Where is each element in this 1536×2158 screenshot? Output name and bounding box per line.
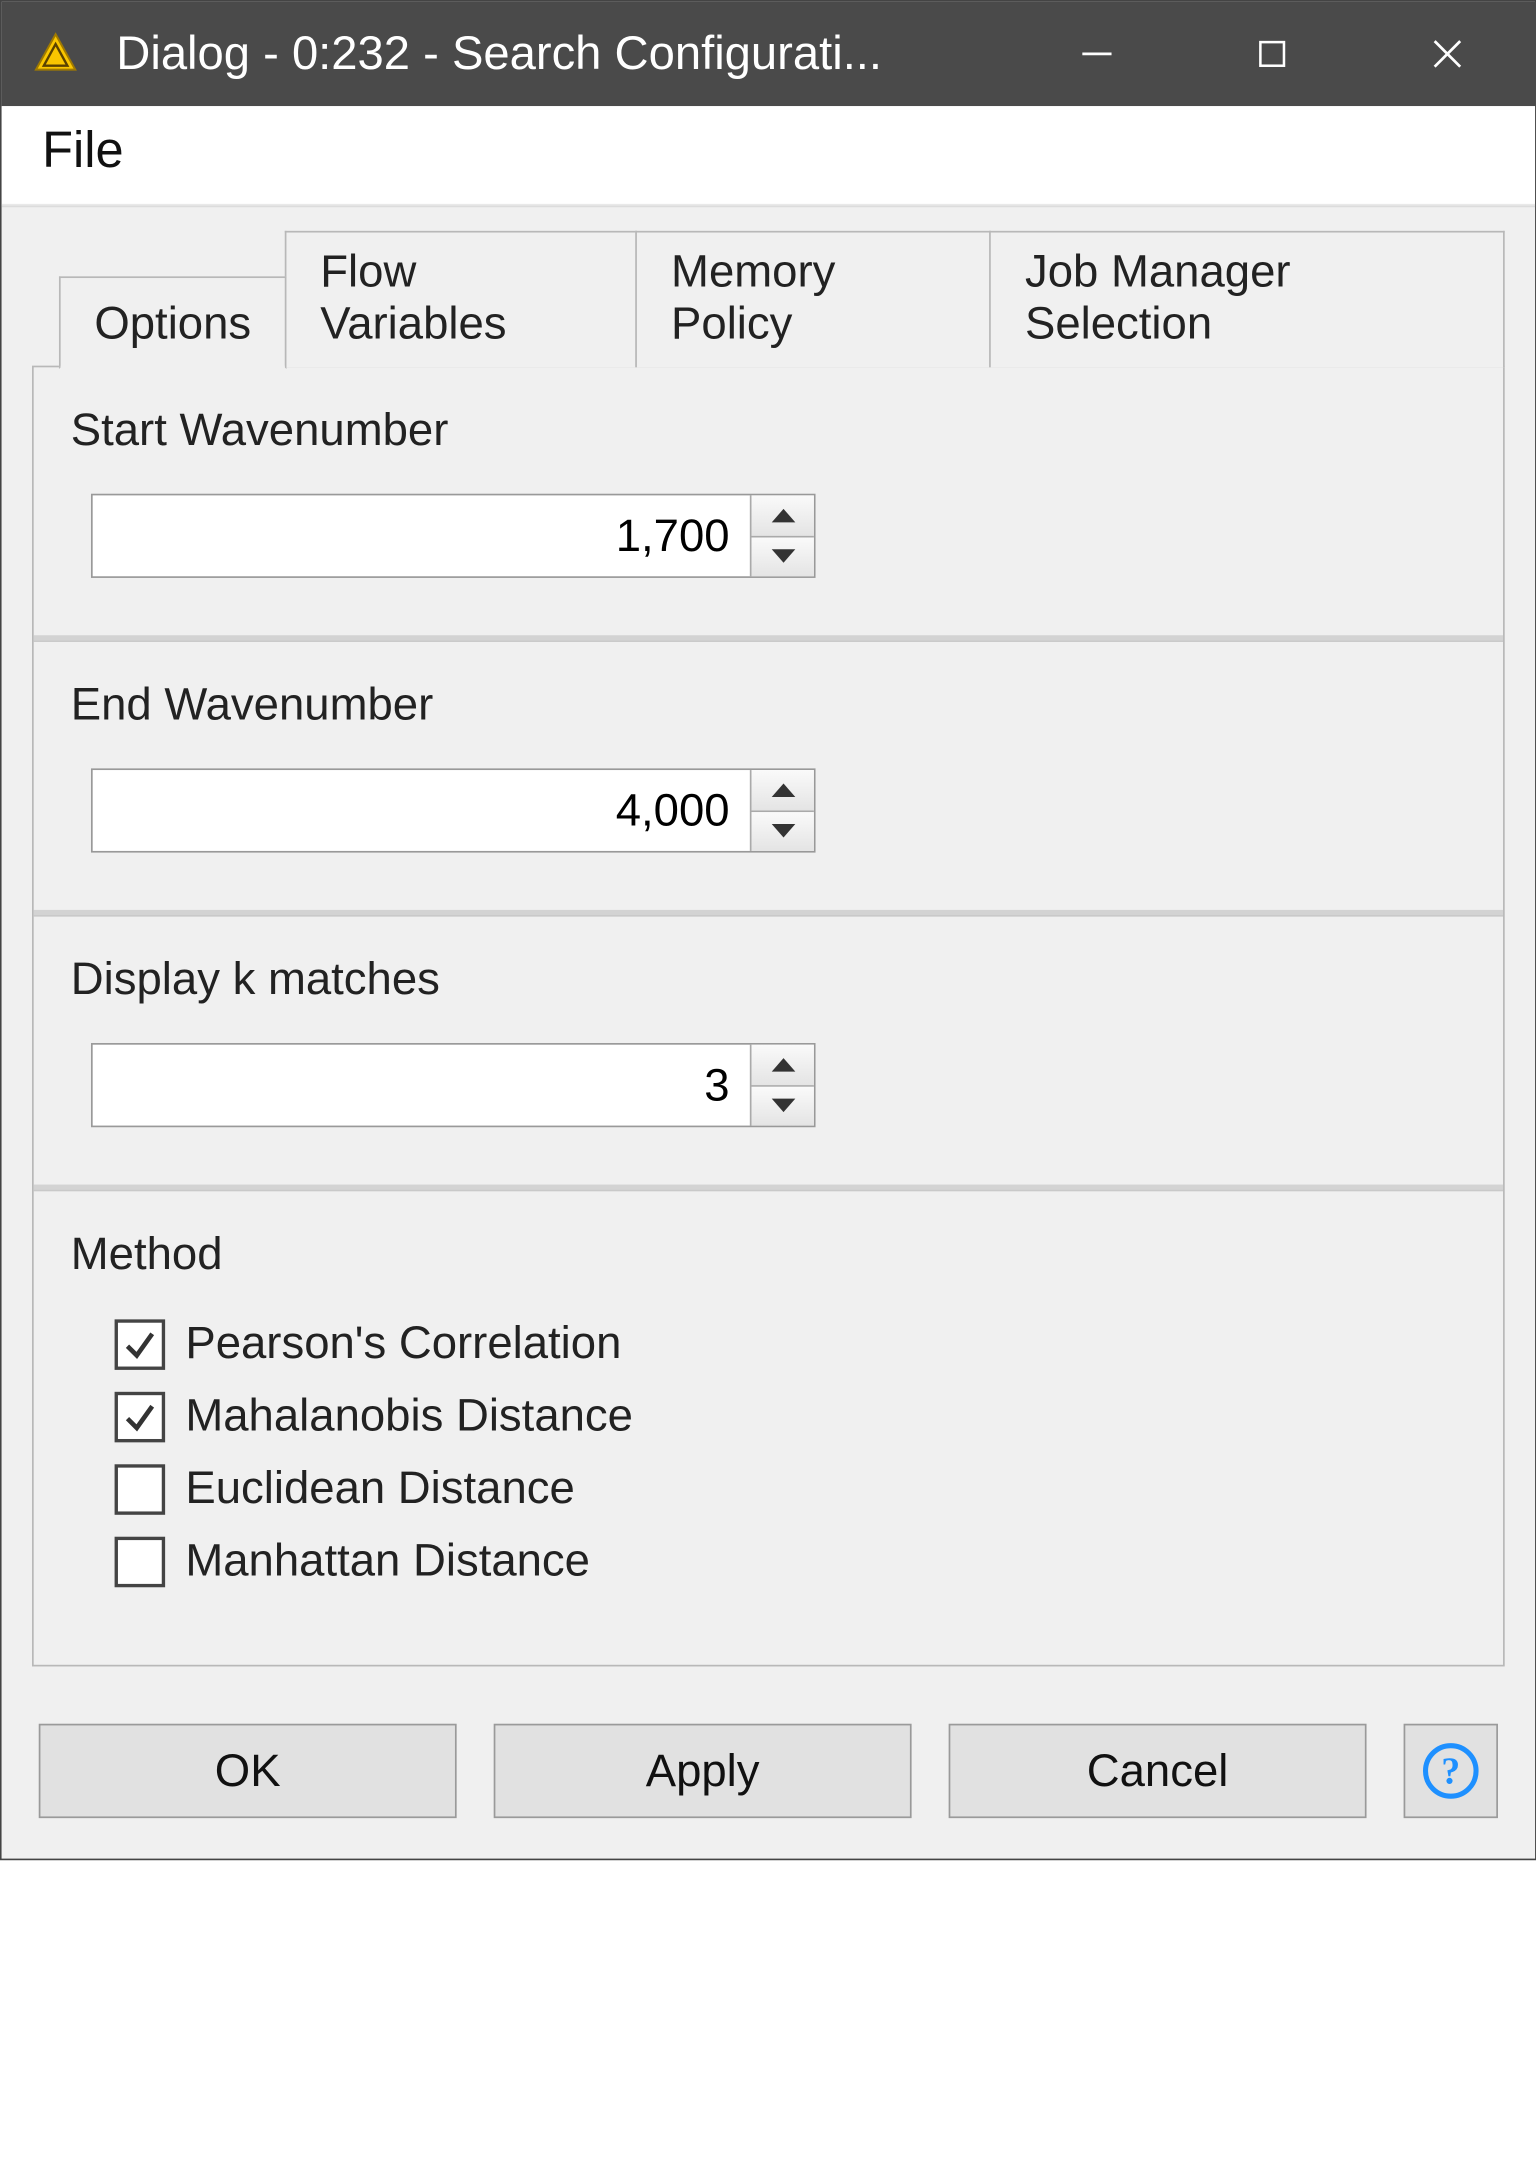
checkbox-euclidean[interactable]: [115, 1463, 166, 1514]
tab-options[interactable]: Options: [59, 276, 287, 369]
start-wavenumber-label: Start Wavenumber: [71, 404, 1466, 456]
end-wavenumber-spinner: [91, 768, 816, 852]
tab-memory-policy[interactable]: Memory Policy: [636, 231, 992, 367]
display-k-input[interactable]: [93, 1045, 750, 1126]
tab-label: Job Manager Selection: [1025, 246, 1291, 349]
checkbox-manhattan[interactable]: [115, 1536, 166, 1587]
chevron-down-icon: [771, 1099, 795, 1112]
tab-flow-variables[interactable]: Flow Variables: [285, 231, 637, 367]
section-end-wavenumber: End Wavenumber: [34, 640, 1503, 915]
chevron-up-icon: [771, 783, 795, 796]
window-controls: [1009, 2, 1535, 106]
spinner-buttons: [750, 770, 814, 851]
button-label: Apply: [646, 1745, 760, 1797]
ok-button[interactable]: OK: [39, 1724, 457, 1818]
start-wavenumber-spinner: [91, 494, 816, 578]
spinner-down-button[interactable]: [752, 811, 814, 851]
start-wavenumber-input[interactable]: [93, 495, 750, 576]
tabset: Options Flow Variables Memory Policy Job…: [32, 231, 1505, 367]
tab-job-manager-selection[interactable]: Job Manager Selection: [990, 231, 1505, 367]
minimize-button[interactable]: [1009, 2, 1184, 106]
chevron-up-icon: [771, 508, 795, 521]
checkbox-label: Mahalanobis Distance: [185, 1390, 633, 1442]
method-manhattan: Manhattan Distance: [115, 1535, 1466, 1587]
dialog-window: Dialog - 0:232 - Search Configurati... F…: [0, 0, 1536, 1860]
method-label: Method: [71, 1228, 1466, 1280]
method-pearson: Pearson's Correlation: [115, 1318, 1466, 1370]
method-euclidean: Euclidean Distance: [115, 1463, 1466, 1515]
spinner-up-button[interactable]: [752, 495, 814, 536]
chevron-down-icon: [771, 550, 795, 563]
close-button[interactable]: [1360, 2, 1535, 106]
checkbox-pearson[interactable]: [115, 1319, 166, 1370]
section-display-k: Display k matches: [34, 915, 1503, 1190]
spinner-down-button[interactable]: [752, 537, 814, 577]
button-label: OK: [215, 1745, 281, 1797]
content-area: Options Flow Variables Memory Policy Job…: [2, 206, 1535, 1859]
help-icon: ?: [1420, 1741, 1481, 1802]
button-row: OK Apply Cancel ?: [32, 1666, 1505, 1828]
tab-label: Options: [94, 298, 251, 349]
spinner-buttons: [750, 1045, 814, 1126]
window-title: Dialog - 0:232 - Search Configurati...: [116, 27, 1009, 81]
help-button[interactable]: ?: [1404, 1724, 1498, 1818]
checkbox-label: Manhattan Distance: [185, 1535, 590, 1587]
options-panel: Start Wavenumber End Wavenumber: [32, 366, 1505, 1667]
display-k-label: Display k matches: [71, 954, 1466, 1006]
tab-label: Flow Variables: [320, 246, 506, 349]
checkbox-label: Euclidean Distance: [185, 1463, 574, 1515]
section-start-wavenumber: Start Wavenumber: [34, 367, 1503, 640]
menubar: File: [2, 106, 1535, 205]
spinner-up-button[interactable]: [752, 1045, 814, 1086]
method-mahalanobis: Mahalanobis Distance: [115, 1390, 1466, 1442]
menu-file[interactable]: File: [32, 116, 134, 187]
checkbox-mahalanobis[interactable]: [115, 1391, 166, 1442]
tab-label: Memory Policy: [671, 246, 835, 349]
spinner-down-button[interactable]: [752, 1086, 814, 1126]
chevron-up-icon: [771, 1058, 795, 1071]
svg-text:?: ?: [1441, 1751, 1460, 1793]
end-wavenumber-input[interactable]: [93, 770, 750, 851]
end-wavenumber-label: End Wavenumber: [71, 679, 1466, 731]
display-k-spinner: [91, 1043, 816, 1127]
checkbox-label: Pearson's Correlation: [185, 1318, 621, 1370]
maximize-button[interactable]: [1185, 2, 1360, 106]
spinner-buttons: [750, 495, 814, 576]
button-label: Cancel: [1087, 1745, 1229, 1797]
app-triangle-icon: [32, 30, 79, 77]
section-method: Method Pearson's Correlation Mahalanobis…: [34, 1190, 1503, 1665]
cancel-button[interactable]: Cancel: [949, 1724, 1367, 1818]
chevron-down-icon: [771, 824, 795, 837]
spinner-up-button[interactable]: [752, 770, 814, 811]
titlebar: Dialog - 0:232 - Search Configurati...: [2, 2, 1535, 106]
apply-button[interactable]: Apply: [494, 1724, 912, 1818]
